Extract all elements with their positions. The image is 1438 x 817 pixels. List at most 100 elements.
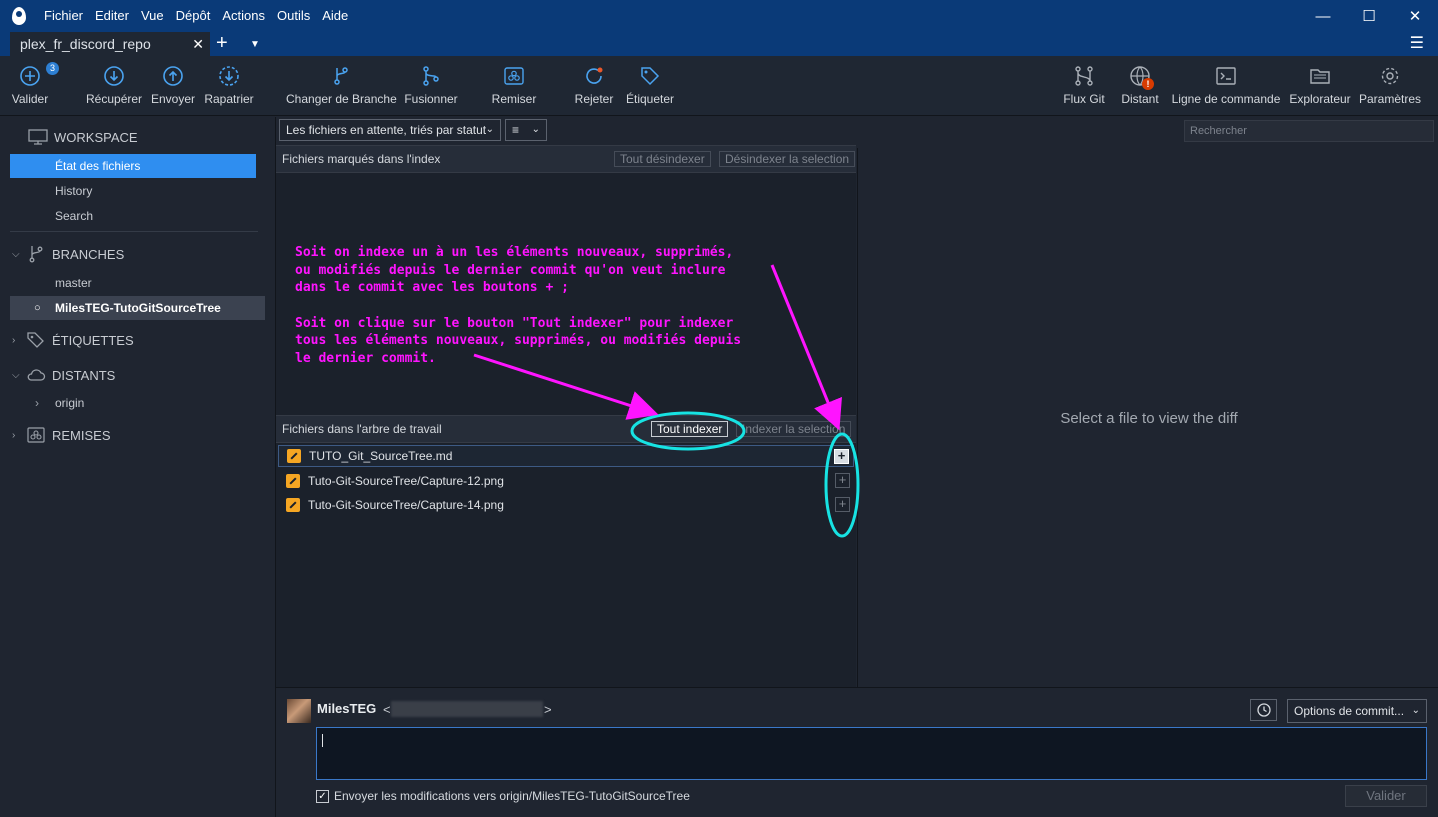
file-row[interactable]: Tuto-Git-SourceTree/Capture-12.png + <box>278 470 854 492</box>
tab-bar: plex_fr_discord_repo ✕ + ▼ ☰ <box>0 32 1438 56</box>
modified-pencil-icon <box>286 474 300 488</box>
recuperer-button[interactable]: Récupérer <box>86 56 142 116</box>
menu-actions[interactable]: Actions <box>216 0 271 32</box>
terminal-icon <box>1216 67 1236 85</box>
commit-panel: MilesTEG < > Options de commit... ⌄ ✓ En… <box>275 687 1438 817</box>
repo-tab[interactable]: plex_fr_discord_repo ✕ <box>10 32 210 56</box>
push-arrow-up-icon <box>163 66 183 86</box>
view-mode-select[interactable]: ≡ ⌄ <box>505 119 547 141</box>
staged-panel-title: Fichiers marqués dans l'index <box>282 152 441 166</box>
sidebar-item-branch-current[interactable]: ○ MilesTEG-TutoGitSourceTree <box>10 296 265 320</box>
modified-pencil-icon <box>287 449 301 463</box>
changer-branche-button[interactable]: Changer de Branche <box>286 56 397 116</box>
sidebar-item-remote-origin[interactable]: › origin <box>10 391 256 415</box>
sidebar-section-branches[interactable]: ⌵ BRANCHES <box>0 240 275 268</box>
sidebar-section-etiquettes[interactable]: › ÉTIQUETTES <box>0 326 275 354</box>
close-icon[interactable]: ✕ <box>1392 0 1438 32</box>
envoyer-button[interactable]: Envoyer <box>151 56 195 116</box>
sourcetree-logo-icon <box>0 0 38 32</box>
push-option[interactable]: ✓ Envoyer les modifications vers origin/… <box>316 789 690 803</box>
unstage-selection-button[interactable]: Désindexer la selection <box>719 151 856 167</box>
hamburger-menu-icon[interactable]: ☰ <box>1410 32 1424 56</box>
sort-select[interactable]: Les fichiers en attente, triés par statu… <box>279 119 501 141</box>
valider-button[interactable]: 3 Valider <box>10 56 60 116</box>
chevron-down-icon[interactable]: ⌵ <box>12 370 26 381</box>
new-tab-plus-icon[interactable]: + <box>216 32 228 54</box>
sidebar-divider <box>10 231 258 232</box>
push-label: Envoyer les modifications vers origin/Mi… <box>334 789 690 803</box>
sidebar-section-workspace[interactable]: WORKSPACE <box>0 123 275 151</box>
git-flow-icon <box>1075 66 1093 86</box>
toolbar: 3 Valider Récupérer Envoyer Rapatrier Ch… <box>0 56 1438 116</box>
sidebar-item-history[interactable]: History <box>10 179 256 203</box>
author-email-close: > <box>544 702 552 717</box>
chevron-right-icon[interactable]: › <box>12 430 26 441</box>
menu-outils[interactable]: Outils <box>271 0 316 32</box>
stage-file-plus-button[interactable]: + <box>835 473 850 488</box>
fusionner-button[interactable]: Fusionner <box>403 56 459 116</box>
flux-git-button[interactable]: Flux Git <box>1062 56 1106 116</box>
tab-list-chevron-down-icon[interactable]: ▼ <box>250 32 260 58</box>
annotation-line-3: dans le commit avec les boutons + ; <box>295 280 569 295</box>
sidebar-section-remises[interactable]: › REMISES <box>0 421 275 449</box>
parametres-button[interactable]: Paramètres <box>1359 56 1421 116</box>
rejeter-button[interactable]: Rejeter <box>574 56 614 116</box>
ligne-commande-button[interactable]: Ligne de commande <box>1170 56 1282 116</box>
minimize-icon[interactable]: — <box>1300 0 1346 32</box>
unstage-all-button[interactable]: Tout désindexer <box>614 151 711 167</box>
chevron-down-icon: ⌄ <box>1411 705 1420 716</box>
unstaged-files-list: TUTO_Git_SourceTree.md + Tuto-Git-Source… <box>276 443 856 687</box>
file-name: TUTO_Git_SourceTree.md <box>309 449 453 463</box>
chevron-right-icon[interactable]: › <box>35 391 39 415</box>
file-row[interactable]: TUTO_Git_SourceTree.md + <box>278 445 854 467</box>
valider-count-badge: 3 <box>46 62 60 75</box>
menu-editer[interactable]: Editer <box>89 0 135 32</box>
sidebar-section-distants[interactable]: ⌵ DISTANTS <box>0 361 275 389</box>
chevron-right-icon[interactable]: › <box>12 335 26 346</box>
stage-selection-button[interactable]: Indexer la selection <box>736 421 852 437</box>
sidebar-item-etat-fichiers[interactable]: État des fichiers <box>10 154 256 178</box>
remiser-button[interactable]: Remiser <box>491 56 537 116</box>
author-email-open: < <box>383 702 391 717</box>
chevron-down-icon[interactable]: ⌵ <box>12 249 26 260</box>
push-checkbox[interactable]: ✓ <box>316 789 329 803</box>
distant-error-badge: ! <box>1142 78 1154 90</box>
menu-fichier[interactable]: Fichier <box>38 0 89 32</box>
author-email-redacted <box>391 701 543 717</box>
annotation-line-6: le dernier commit. <box>295 351 436 366</box>
sidebar: WORKSPACE État des fichiers History Sear… <box>0 117 275 817</box>
clock-icon <box>1256 703 1271 717</box>
stash-icon <box>504 67 524 85</box>
menu-vue[interactable]: Vue <box>135 0 170 32</box>
commit-options-select[interactable]: Options de commit... ⌄ <box>1287 699 1427 723</box>
commit-submit-button[interactable]: Valider <box>1345 785 1427 807</box>
discard-icon <box>586 67 603 84</box>
chevron-down-icon: ⌄ <box>531 124 540 135</box>
title-bar: Fichier Editer Vue Dépôt Actions Outils … <box>0 0 1438 32</box>
menu-aide[interactable]: Aide <box>316 0 354 32</box>
annotation-line-1: Soit on indexe un à un les éléments nouv… <box>295 245 734 260</box>
avatar <box>287 699 311 723</box>
distant-button[interactable]: ! Distant <box>1118 56 1162 116</box>
unstaged-panel-header: Fichiers dans l'arbre de travail Tout in… <box>276 415 856 443</box>
stage-file-plus-button[interactable]: + <box>835 497 850 512</box>
sidebar-item-branch-master[interactable]: master <box>10 271 256 295</box>
annotation-line-4: Soit on clique sur le bouton "Tout index… <box>295 316 734 331</box>
staged-panel-header: Fichiers marqués dans l'index Tout désin… <box>276 145 856 173</box>
commit-history-clock-button[interactable] <box>1250 699 1277 721</box>
commit-message-input[interactable] <box>316 727 1427 780</box>
unstaged-panel-title: Fichiers dans l'arbre de travail <box>282 422 442 436</box>
stage-file-plus-button[interactable]: + <box>834 449 849 464</box>
search-input[interactable]: Rechercher <box>1184 120 1434 142</box>
stage-all-button[interactable]: Tout indexer <box>651 421 729 437</box>
tab-close-icon[interactable]: ✕ <box>192 32 204 56</box>
etiqueter-button[interactable]: Étiqueter <box>625 56 675 116</box>
maximize-icon[interactable]: ☐ <box>1346 0 1392 32</box>
chevron-down-icon: ⌄ <box>485 124 494 135</box>
file-row[interactable]: Tuto-Git-SourceTree/Capture-14.png + <box>278 494 854 516</box>
menu-depot[interactable]: Dépôt <box>170 0 217 32</box>
explorateur-button[interactable]: Explorateur <box>1289 56 1351 116</box>
fetch-arrow-down-icon <box>104 66 124 86</box>
sidebar-item-search[interactable]: Search <box>10 204 256 228</box>
rapatrier-button[interactable]: Rapatrier <box>204 56 254 116</box>
